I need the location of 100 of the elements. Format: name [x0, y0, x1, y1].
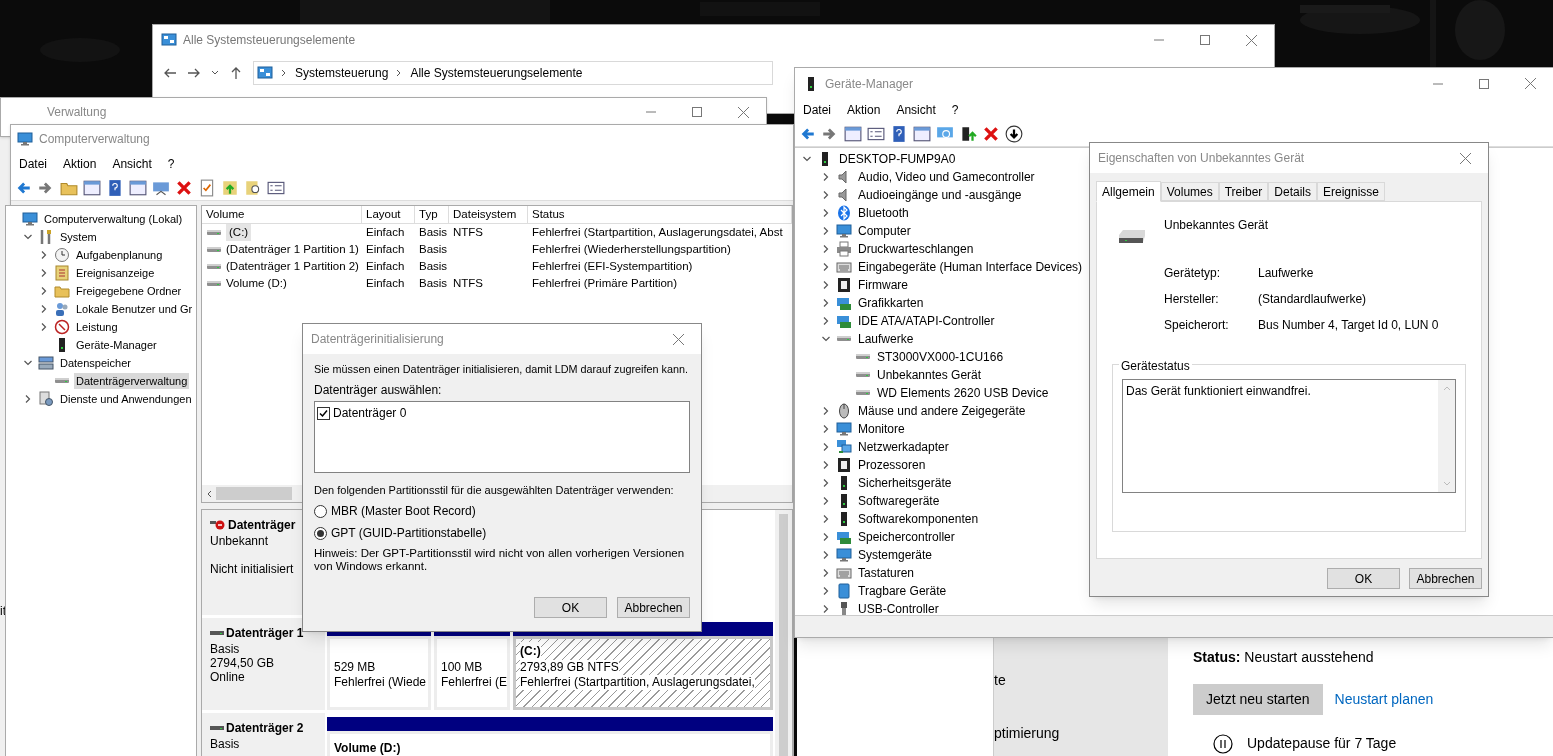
- tree-item[interactable]: WD Elements 2620 USB Device: [875, 384, 1051, 402]
- partition-block[interactable]: (C:) 2793,89 GB NTFS Fehlerfrei (Startpartition, Auslagerungsdatei,: [513, 636, 773, 710]
- tree-item[interactable]: Aufgabenplanung: [74, 246, 165, 264]
- tree-item[interactable]: Dienste und Anwendungen: [58, 390, 194, 408]
- partition-block[interactable]: 529 MB Fehlerfrei (Wiede: [327, 636, 431, 710]
- dialog-button[interactable]: Abbrechen: [617, 597, 690, 618]
- sidebar-item[interactable]: te: [994, 670, 1168, 691]
- tree-item[interactable]: Sicherheitsgeräte: [856, 474, 954, 492]
- tree-item[interactable]: Unbekanntes Gerät: [875, 366, 984, 384]
- table-cell-text: Fehlerfrei (Wiederherstellungspartition): [532, 241, 731, 257]
- table-cell[interactable]: Volume (D:): [226, 274, 287, 293]
- table-cell-text: Einfach: [366, 275, 405, 291]
- status-text-box[interactable]: Das Gerät funktioniert einwandfrei.: [1122, 379, 1456, 493]
- table-cell-text: Einfach: [366, 241, 405, 257]
- menu-item[interactable]: ?: [161, 155, 181, 173]
- table-cell[interactable]: (Datenträger 1 Partition 1): [226, 240, 359, 259]
- table-cell[interactable]: (Datenträger 1 Partition 2): [226, 257, 359, 276]
- disk-info: Basis: [210, 642, 241, 656]
- disk-name: Datenträger 2: [226, 720, 304, 737]
- window-title: Verwaltung: [47, 104, 108, 121]
- tree-item[interactable]: Bluetooth: [856, 204, 911, 222]
- partition-block[interactable]: Volume (D:): [327, 731, 773, 756]
- tree-item[interactable]: USB-Controller: [856, 600, 941, 615]
- tree-item[interactable]: Leistung: [74, 318, 120, 336]
- column-header[interactable]: Dateisystem: [449, 206, 528, 223]
- tree-item[interactable]: Firmware: [856, 276, 910, 294]
- tree-item[interactable]: Prozessoren: [856, 456, 928, 474]
- tree-item[interactable]: Monitore: [856, 420, 907, 438]
- field-value: (Standardlaufwerke): [1258, 291, 1368, 308]
- column-header[interactable]: Layout: [362, 206, 415, 223]
- tab[interactable]: Treiber: [1218, 182, 1269, 201]
- tab[interactable]: Ereignisse: [1317, 182, 1386, 201]
- dialog-title: Eigenschaften von Unbekanntes Gerät: [1098, 150, 1306, 167]
- tree-item[interactable]: Freigegebene Ordner: [74, 282, 184, 300]
- tree-item[interactable]: Datenträgerverwaltung: [74, 372, 190, 390]
- tree-item[interactable]: Tragbare Geräte: [856, 582, 949, 600]
- disk-info: 2794,50 GB: [210, 656, 276, 670]
- tree-item[interactable]: Druckwarteschlangen: [856, 240, 976, 258]
- menu-item[interactable]: Datei: [13, 155, 53, 173]
- partition-info: Fehlerfrei (E: [441, 674, 508, 690]
- tree-item[interactable]: Softwaregeräte: [856, 492, 942, 510]
- tree-item[interactable]: DESKTOP-FUMP9A0: [837, 150, 958, 168]
- tree-item[interactable]: Geräte-Manager: [74, 336, 159, 354]
- table-cell-text: Fehlerfrei (EFI-Systempartition): [532, 258, 693, 274]
- tree-item[interactable]: Computer: [856, 222, 913, 240]
- partition-block[interactable]: 100 MB Fehlerfrei (E: [434, 636, 510, 710]
- tree-item[interactable]: Lokale Benutzer und Gr: [74, 300, 195, 318]
- tree-item[interactable]: ST3000VX000-1CU166: [875, 348, 1006, 366]
- address-bar[interactable]: Systemsteuerung Alle Systemsteuerungselemente: [253, 61, 773, 85]
- tab[interactable]: Allgemein: [1096, 181, 1161, 202]
- field-value: Laufwerke: [1258, 265, 1315, 282]
- tree-item[interactable]: Audio, Video und Gamecontroller: [856, 168, 1037, 186]
- restart-now-button[interactable]: Jetzt neu starten: [1193, 684, 1323, 715]
- disk-info: Basis: [210, 737, 241, 751]
- tree-item[interactable]: Ereignisanzeige: [74, 264, 157, 282]
- tree-item[interactable]: Mäuse und andere Zeigegeräte: [856, 402, 1028, 420]
- column-header[interactable]: Typ: [415, 206, 449, 223]
- partition-info: Fehlerfrei (Wiede: [334, 674, 427, 690]
- tree-item[interactable]: Netzwerkadapter: [856, 438, 951, 456]
- tree-item[interactable]: Datenspeicher: [58, 354, 133, 372]
- breadcrumb-item[interactable]: Alle Systemsteuerungselemente: [410, 64, 583, 82]
- disk-list[interactable]: Datenträger 0: [314, 401, 690, 473]
- tree-item[interactable]: Systemgeräte: [856, 546, 935, 564]
- menu-item[interactable]: Aktion: [841, 101, 887, 119]
- column-header[interactable]: Volume: [202, 206, 362, 223]
- breadcrumb-item[interactable]: Systemsteuerung: [295, 64, 389, 82]
- tree-item[interactable]: Tastaturen: [856, 564, 917, 582]
- tree-item[interactable]: Speichercontroller: [856, 528, 957, 546]
- menu-item[interactable]: ?: [945, 101, 965, 119]
- schedule-restart-link[interactable]: Neustart planen: [1334, 689, 1434, 710]
- menu-item[interactable]: Ansicht: [890, 101, 942, 119]
- window-title: Geräte-Manager: [825, 75, 915, 93]
- tree-item[interactable]: Eingabegeräte (Human Interface Devices): [856, 258, 1085, 276]
- tab[interactable]: Details: [1268, 182, 1317, 201]
- tree-item[interactable]: System: [58, 228, 99, 246]
- pause-updates-link[interactable]: Updatepause für 7 Tage: [1247, 733, 1397, 754]
- menu-item[interactable]: Aktion: [57, 155, 103, 173]
- dialog-button[interactable]: OK: [1327, 568, 1400, 589]
- tree-item[interactable]: Computerverwaltung (Lokal): [42, 210, 185, 228]
- tab[interactable]: Volumes: [1160, 182, 1219, 201]
- list-label: Datenträger auswählen:: [314, 382, 443, 399]
- menu-item[interactable]: Datei: [797, 101, 837, 119]
- tree-item[interactable]: Softwarekomponenten: [856, 510, 981, 528]
- radio-label: GPT (GUID-Partitionstabelle): [331, 525, 487, 542]
- tree-item[interactable]: Audioeingänge und -ausgänge: [856, 186, 1024, 204]
- dialog-button[interactable]: Abbrechen: [1409, 568, 1482, 589]
- partition-info: 529 MB: [334, 659, 376, 675]
- menu-item[interactable]: Ansicht: [106, 155, 158, 173]
- tree-item[interactable]: IDE ATA/ATAPI-Controller: [856, 312, 997, 330]
- field-label: Gerätetyp:: [1164, 265, 1222, 282]
- disk-info: Online: [210, 670, 246, 684]
- tree-item[interactable]: Grafikkarten: [856, 294, 926, 312]
- sidebar-item[interactable]: ptimierung: [994, 723, 1168, 744]
- field-label: Speicherort:: [1164, 317, 1230, 334]
- column-header[interactable]: Status: [528, 206, 792, 223]
- tree-item[interactable]: Laufwerke: [856, 330, 916, 348]
- table-cell-text: Einfach: [366, 258, 405, 274]
- instruction-text: Sie müssen einen Datenträger initialisieren, damit LDM darauf zugreifen kann.: [314, 362, 689, 376]
- dialog-title: Datenträgerinitialisierung: [311, 331, 445, 348]
- dialog-button[interactable]: OK: [534, 597, 607, 618]
